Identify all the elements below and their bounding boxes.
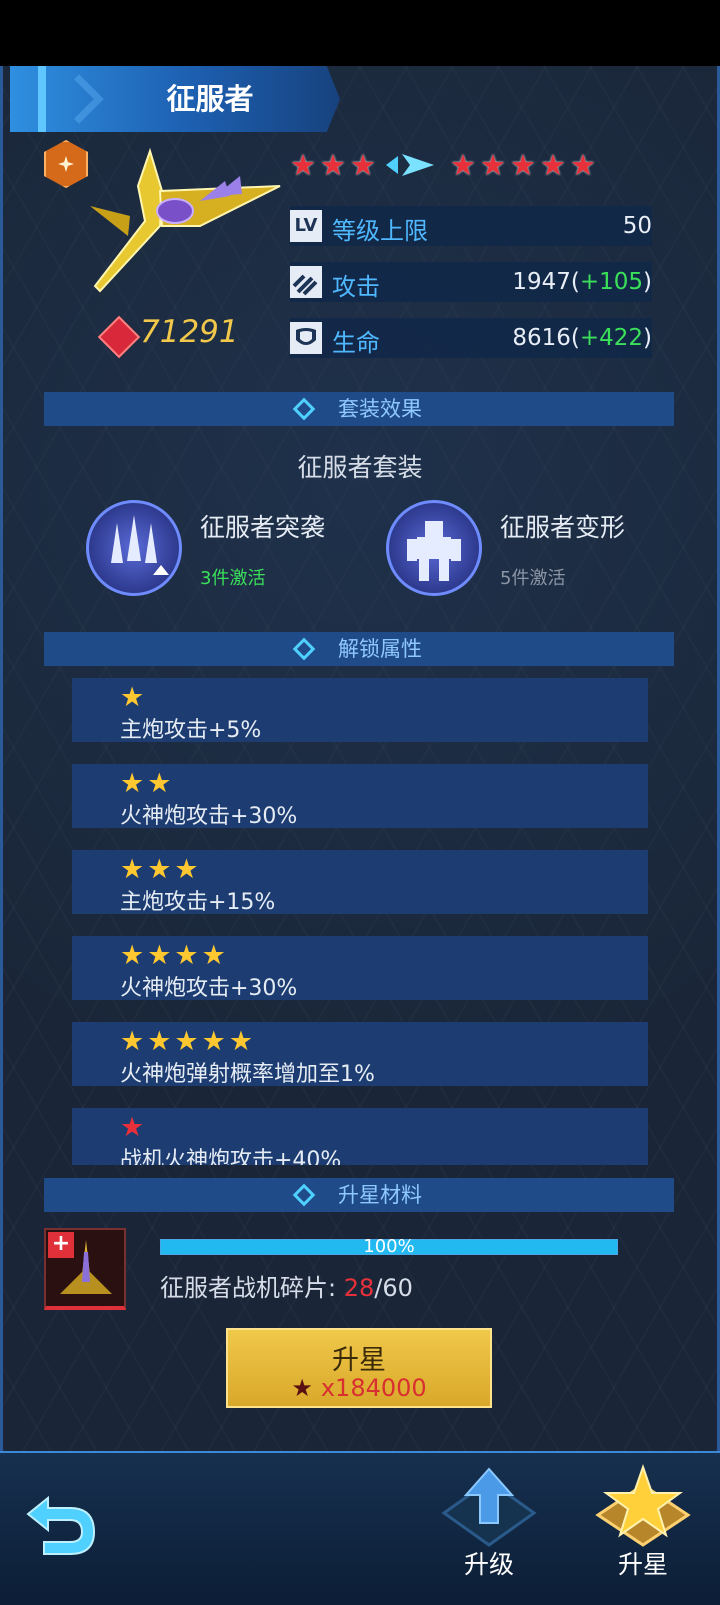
unlock-attributes-list[interactable]: ★ 主炮攻击+5% ★★ 火神炮攻击+30% ★★★ 主炮攻击+15% ★★★★… bbox=[72, 678, 648, 1165]
status-bar bbox=[0, 0, 720, 66]
back-arrow-icon[interactable] bbox=[20, 1490, 102, 1560]
attribute-text: 火神炮攻击+30% bbox=[120, 976, 298, 1001]
list-item: ★★★★★ 火神炮弹射概率增加至1% bbox=[72, 1022, 648, 1087]
lv-icon: LV bbox=[290, 210, 322, 242]
star-icon: ★ bbox=[290, 148, 316, 182]
attribute-text: 火神炮攻击+30% bbox=[120, 804, 298, 829]
star-up-tab[interactable]: 升星 bbox=[588, 1463, 698, 1579]
list-item: ★★★ 主炮攻击+15% bbox=[72, 850, 648, 915]
shield-icon bbox=[290, 322, 322, 354]
set-effect-status: 3件激活 bbox=[200, 568, 266, 589]
star-rating: ★★★ bbox=[120, 854, 202, 885]
set-effects-header: 套装效果 bbox=[44, 392, 674, 426]
attribute-text: 主炮攻击+5% bbox=[120, 718, 262, 743]
stat-value: 8616(+422) bbox=[512, 325, 652, 351]
attribute-text: 火神炮弹射概率增加至1% bbox=[120, 1062, 375, 1087]
unlock-attributes-header: 解锁属性 bbox=[44, 632, 674, 666]
list-item: ★ 主炮攻击+5% bbox=[72, 678, 648, 743]
page-title: 征服者 bbox=[166, 82, 254, 116]
level-up-label: 升级 bbox=[463, 1550, 514, 1579]
stat-level-cap: LV 等级上限 50 bbox=[290, 206, 652, 246]
arrow-right-icon bbox=[386, 154, 434, 176]
stat-value: 50 bbox=[622, 213, 652, 239]
list-item: ★ 战机火神炮攻击+40% bbox=[72, 1108, 648, 1165]
star-rating: ★★★★★ bbox=[120, 1026, 257, 1057]
star-icon: ★ bbox=[450, 148, 476, 182]
upgrade-materials-header: 升星材料 bbox=[44, 1178, 674, 1212]
stat-value: 1947(+105) bbox=[512, 269, 652, 295]
level-up-tab[interactable]: 升级 bbox=[434, 1463, 544, 1579]
star-icon: ★ bbox=[570, 148, 596, 182]
raid-skill-icon[interactable] bbox=[86, 500, 182, 596]
fragment-count: 征服者战机碎片: 28/60 bbox=[160, 1274, 413, 1302]
set-effect-name: 征服者变形 bbox=[500, 513, 626, 542]
progress-percent: 100% bbox=[363, 1236, 415, 1257]
star-up-button[interactable]: 升星 ★ x184000 bbox=[226, 1328, 492, 1408]
star-rating: ★ bbox=[120, 1112, 148, 1143]
star-upgrade-row: ★ ★ ★ ★ ★ ★ ★ ★ bbox=[290, 148, 600, 182]
star-up-tab-label: 升星 bbox=[617, 1550, 668, 1579]
set-name: 征服者套装 bbox=[297, 453, 423, 482]
combat-power: 71291 bbox=[140, 314, 239, 350]
diamond-icon bbox=[292, 637, 316, 661]
star-up-cost: ★ x184000 bbox=[291, 1374, 427, 1402]
attribute-text: 战机火神炮攻击+40% bbox=[120, 1148, 342, 1165]
attribute-text: 主炮攻击+15% bbox=[120, 890, 276, 915]
star-icon: ★ bbox=[350, 148, 376, 182]
diamond-icon bbox=[292, 397, 316, 421]
star-icon: ★ bbox=[540, 148, 566, 182]
star-icon: ★ bbox=[510, 148, 536, 182]
list-item: ★★ 火神炮攻击+30% bbox=[72, 764, 648, 829]
star-rating: ★ bbox=[120, 682, 148, 713]
star-rating: ★★ bbox=[120, 768, 175, 799]
set-effect-name: 征服者突袭 bbox=[200, 513, 326, 542]
fighter-fragment-item[interactable]: + bbox=[44, 1228, 126, 1310]
transform-skill-icon[interactable] bbox=[386, 500, 482, 596]
star-rating: ★★★★ bbox=[120, 940, 229, 971]
set-effect-status: 5件激活 bbox=[500, 568, 566, 589]
list-item: ★★★★ 火神炮攻击+30% bbox=[72, 936, 648, 1001]
star-currency-icon: ★ bbox=[291, 1374, 313, 1402]
diamond-icon bbox=[292, 1183, 316, 1207]
fighter-jet-image bbox=[90, 147, 281, 293]
star-icon: ★ bbox=[480, 148, 506, 182]
stat-attack: 攻击 1947(+105) bbox=[290, 262, 652, 302]
stat-label: 生命 bbox=[332, 329, 380, 357]
stat-label: 等级上限 bbox=[332, 217, 428, 245]
stat-health: 生命 8616(+422) bbox=[290, 318, 652, 358]
attack-icon bbox=[290, 266, 322, 298]
fragment-progress-bar: 100% bbox=[160, 1236, 618, 1257]
stat-label: 攻击 bbox=[332, 273, 380, 301]
star-up-label: 升星 bbox=[332, 1345, 386, 1376]
star-icon: ★ bbox=[320, 148, 346, 182]
